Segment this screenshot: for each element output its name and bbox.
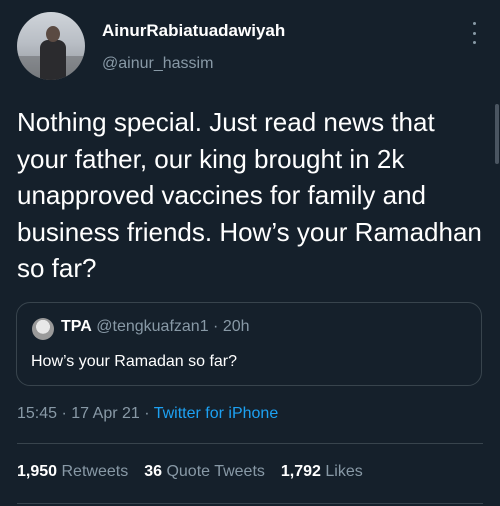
likes-count: 1,792	[280, 463, 321, 480]
quoted-tweet-header: TPA @tengkuafzan1 · 20h	[61, 318, 250, 336]
more-vertical-icon[interactable]	[466, 22, 482, 44]
meta-separator: ·	[61, 405, 67, 422]
tweet-text: Nothing special. Just read news that you…	[17, 107, 482, 283]
more-dot	[472, 41, 476, 44]
quoted-author-avatar	[32, 318, 54, 340]
author-avatar[interactable]	[17, 12, 85, 80]
quoted-tweet-age: 20h	[222, 318, 250, 335]
quoted-author-name: TPA	[61, 318, 92, 335]
author-handle[interactable]: @ainur_hassim	[102, 55, 213, 73]
tweet-metadata: 15:45 · 17 Apr 21 · Twitter for iPhone	[17, 405, 278, 423]
retweets-count: 1,950	[17, 463, 58, 480]
avatar-figure-head	[46, 26, 60, 42]
divider	[17, 503, 483, 504]
avatar-figure	[40, 40, 66, 80]
tweet-date: 17 Apr 21	[71, 405, 140, 422]
tweet-source-link[interactable]: Twitter for iPhone	[154, 405, 279, 422]
likes-stat[interactable]: 1,792 Likes	[281, 463, 363, 480]
more-dot	[472, 31, 476, 35]
quoted-tweet-card[interactable]: TPA @tengkuafzan1 · 20h How’s your Ramad…	[16, 302, 482, 386]
more-dot	[472, 22, 476, 25]
engagement-stats: 1,950 Retweets 36 Quote Tweets 1,792 Likes	[17, 463, 363, 481]
meta-separator: ·	[144, 405, 150, 422]
tweet-time: 15:45	[17, 405, 58, 422]
retweets-label: Retweets	[61, 463, 129, 480]
scrollbar[interactable]	[495, 104, 499, 164]
quote-tweets-stat[interactable]: 36 Quote Tweets	[144, 463, 265, 480]
retweets-stat[interactable]: 1,950 Retweets	[17, 463, 128, 480]
quoted-author-handle: @tengkuafzan1	[96, 318, 209, 335]
divider	[17, 443, 483, 444]
tweet-header: AinurRabiatuadawiyah @ainur_hassim	[0, 0, 500, 96]
likes-label: Likes	[325, 463, 363, 480]
quoted-separator: ·	[213, 318, 219, 335]
author-display-name[interactable]: AinurRabiatuadawiyah	[102, 21, 285, 41]
quoted-tweet-text: How’s your Ramadan so far?	[31, 353, 238, 370]
quote-tweets-count: 36	[144, 463, 162, 480]
quote-tweets-label: Quote Tweets	[166, 463, 265, 480]
